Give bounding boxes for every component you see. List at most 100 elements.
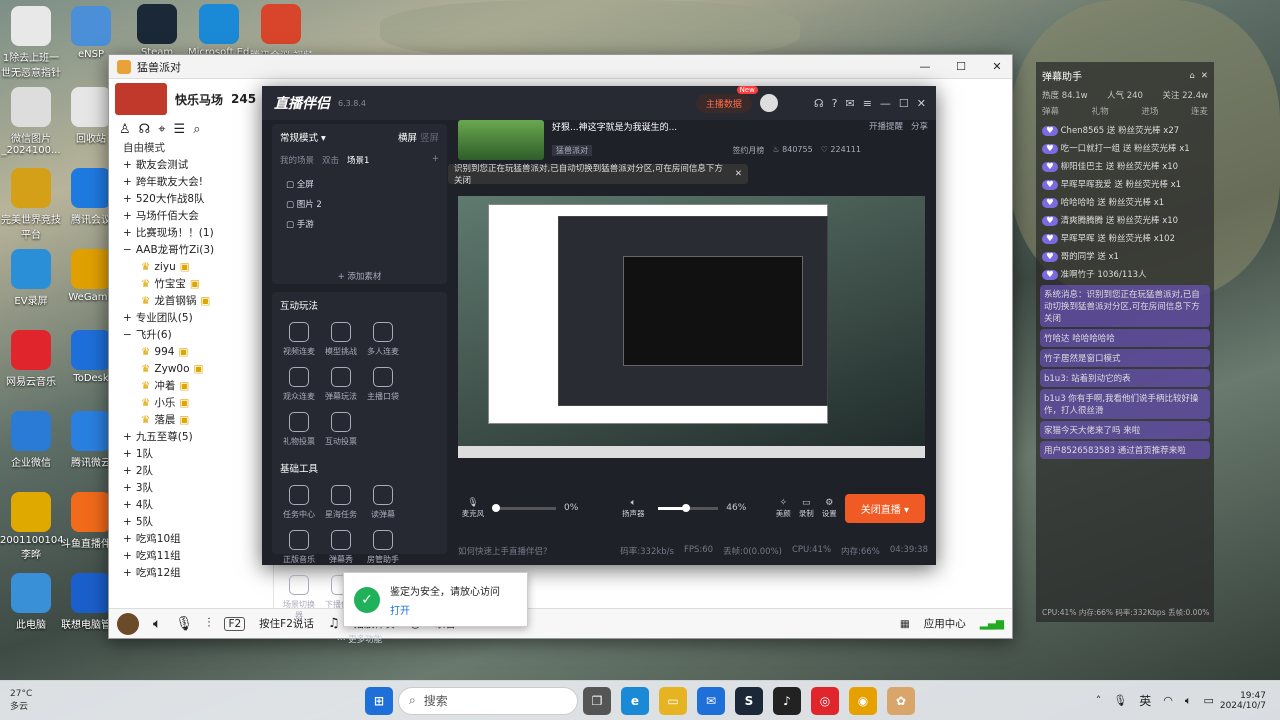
channel-group[interactable]: +1队 xyxy=(109,445,273,462)
close-button[interactable]: ✕ xyxy=(917,97,926,110)
channel-group[interactable]: + 九五至尊(5) xyxy=(109,428,273,445)
maximize-button[interactable]: ☐ xyxy=(899,97,909,110)
channel-group[interactable]: + 歌友会测试 xyxy=(109,156,273,173)
mail-icon[interactable]: ✉ xyxy=(697,686,725,715)
left-desktop-icon[interactable]: EV录屏 xyxy=(0,249,62,307)
live-companion-icon[interactable]: ♪ xyxy=(773,686,801,715)
steam-icon[interactable]: S xyxy=(735,686,763,715)
channel-group[interactable]: + 吃鸡12组 xyxy=(109,564,273,581)
beauty-label[interactable]: 美颜 xyxy=(776,508,791,519)
portrait-tab[interactable]: 竖屏 xyxy=(420,133,439,144)
slider-knob[interactable] xyxy=(681,503,690,512)
source-item[interactable]: ▢ 全屏 xyxy=(280,174,439,194)
list-icon[interactable]: ☰ xyxy=(174,122,186,137)
help-link[interactable]: 如何快速上手直播伴侣? xyxy=(458,545,606,557)
speaker-icon[interactable]: 🔈︎ xyxy=(616,498,650,508)
minimize-button[interactable]: — xyxy=(910,60,940,73)
ime-indicator[interactable]: 英 xyxy=(1139,692,1151,709)
left-desktop-icon[interactable]: 完美世界竞技平台 xyxy=(0,168,62,241)
edge-icon[interactable]: e xyxy=(621,686,649,715)
slider-knob[interactable] xyxy=(492,503,500,512)
my-scenes-tab[interactable]: 我的场景 xyxy=(280,154,314,166)
left-desktop-icon[interactable]: 企业微信 xyxy=(0,411,62,469)
tool-interactive_tools-3[interactable]: 观众连麦 xyxy=(280,367,318,402)
channel-group[interactable]: + 跨年歌友大会! xyxy=(109,173,273,190)
game-icon[interactable]: ◉ xyxy=(849,686,877,715)
landscape-tab[interactable]: 横屏 xyxy=(398,133,417,144)
left-desktop-icon[interactable]: 1除去上班一世无恶意指针 xyxy=(0,6,62,79)
avatar[interactable] xyxy=(117,612,139,635)
stream-cover[interactable] xyxy=(458,120,544,160)
mic-icon[interactable]: 🎙︎ xyxy=(458,498,488,508)
channel-group[interactable]: − AAB龙哥竹Zi(3) xyxy=(109,241,273,258)
anchor-data-button[interactable]: 主播数据 New xyxy=(695,85,758,113)
channel-group[interactable]: + 吃鸡11组 xyxy=(109,547,273,564)
tool-basic_tools-4[interactable]: 弹幕秀 xyxy=(322,530,360,565)
settings-label[interactable]: 设置 xyxy=(822,508,837,519)
app-center-icon[interactable]: ▦ xyxy=(900,618,910,630)
toast-link[interactable]: 打开 xyxy=(390,602,500,617)
more-features-button[interactable]: ⋯ 更多功能 xyxy=(280,633,439,645)
close-button[interactable]: ✕ xyxy=(982,60,1012,73)
headset-icon[interactable]: ☊ xyxy=(139,122,151,137)
anchor-avatar[interactable] xyxy=(759,94,778,112)
tool-interactive_tools-4[interactable]: 弹幕玩法 xyxy=(322,367,360,402)
left-desktop-icon[interactable]: 微信图片_2024100... xyxy=(0,87,62,156)
share-button[interactable]: 分享 xyxy=(911,120,928,132)
stop-live-button[interactable]: 关闭直播 ▾ xyxy=(844,493,925,523)
taskbar-search[interactable]: ⌕ 搜索 xyxy=(398,686,578,715)
clock[interactable]: 19:47 2024/10/7 xyxy=(1220,691,1266,711)
explorer-icon[interactable]: ▭ xyxy=(659,686,687,715)
channel-member[interactable]: ♛ 冲着 ▣ xyxy=(109,377,273,394)
expand-icon[interactable]: + xyxy=(123,550,132,562)
channel-group[interactable]: +520大作战8队 xyxy=(109,190,273,207)
expand-icon[interactable]: + xyxy=(123,227,132,239)
tool-basic_tools-2[interactable]: 读弹幕 xyxy=(364,485,402,520)
party-animals-icon[interactable]: ✿ xyxy=(887,686,915,715)
expand-icon[interactable]: − xyxy=(123,244,132,256)
sign-rank[interactable]: 签约月榜 xyxy=(732,145,764,156)
headset-icon[interactable]: ☊ xyxy=(814,97,824,110)
tool-basic_tools-3[interactable]: 正版音乐 xyxy=(280,530,318,565)
left-desktop-icon[interactable]: 此电脑 xyxy=(0,573,62,631)
channel-member[interactable]: ♛ 龙首钢锅 ▣ xyxy=(109,292,273,309)
mic-slider[interactable] xyxy=(492,503,556,512)
chat-pin-icon[interactable]: ⌂ xyxy=(1189,71,1194,81)
left-desktop-icon[interactable]: 网易云音乐 xyxy=(0,330,62,388)
location-icon[interactable]: ⌖ xyxy=(158,122,165,137)
channel-group[interactable]: +2队 xyxy=(109,462,273,479)
tool-basic_tools-6[interactable]: 场景切换器 xyxy=(280,575,318,621)
tool-interactive_tools-6[interactable]: 礼物投票 xyxy=(280,412,318,447)
weather-widget[interactable]: 27°C 多云 xyxy=(0,689,80,712)
chat-tab[interactable]: 进场 xyxy=(1141,105,1158,117)
tool-interactive_tools-1[interactable]: 模型挑战 xyxy=(322,322,360,357)
expand-icon[interactable]: + xyxy=(123,499,132,511)
help-icon[interactable]: ? xyxy=(832,97,838,110)
mic-tray-icon[interactable]: 🎙︎ xyxy=(1113,694,1127,707)
tool-interactive_tools-5[interactable]: 主播口袋 xyxy=(364,367,402,402)
expand-icon[interactable]: + xyxy=(123,567,132,579)
netease-music-icon[interactable]: ◎ xyxy=(811,686,839,715)
open-reminder-button[interactable]: 开播提醒 xyxy=(869,120,903,132)
left-desktop-icon[interactable]: 2001100104李晔 xyxy=(0,492,64,561)
channel-group[interactable]: − 飞升(6) xyxy=(109,326,273,343)
stream-title[interactable]: 好狠...神这字就是为我诞生的... xyxy=(552,120,861,133)
channel-member[interactable]: ♛ 竹宝宝 ▣ xyxy=(109,275,273,292)
top-desktop-icon[interactable]: Microsoft Edge xyxy=(188,4,250,58)
channel-member[interactable]: ♛ 小乐 ▣ xyxy=(109,394,273,411)
chat-tab[interactable]: 礼物 xyxy=(1092,105,1109,117)
volume-icon[interactable]: 🔈︎ xyxy=(1185,694,1192,708)
speaker-slider[interactable] xyxy=(658,503,719,512)
mic-icon[interactable]: 🎙︎ xyxy=(175,616,193,632)
expand-icon[interactable]: + xyxy=(123,482,132,494)
tool-basic_tools-0[interactable]: 任务中心 xyxy=(280,485,318,520)
source-item[interactable]: ▢ 图片 2 xyxy=(280,194,439,214)
top-desktop-icon[interactable]: Steam xyxy=(126,4,188,58)
expand-icon[interactable]: + xyxy=(123,448,132,460)
expand-icon[interactable]: + xyxy=(123,516,132,528)
channel-member[interactable]: ♛ 994 ▣ xyxy=(109,343,273,360)
tool-basic_tools-5[interactable]: 房管助手 xyxy=(364,530,402,565)
expand-icon[interactable]: + xyxy=(123,312,132,324)
expand-icon[interactable]: + xyxy=(123,176,132,188)
expand-icon[interactable]: + xyxy=(123,431,132,443)
